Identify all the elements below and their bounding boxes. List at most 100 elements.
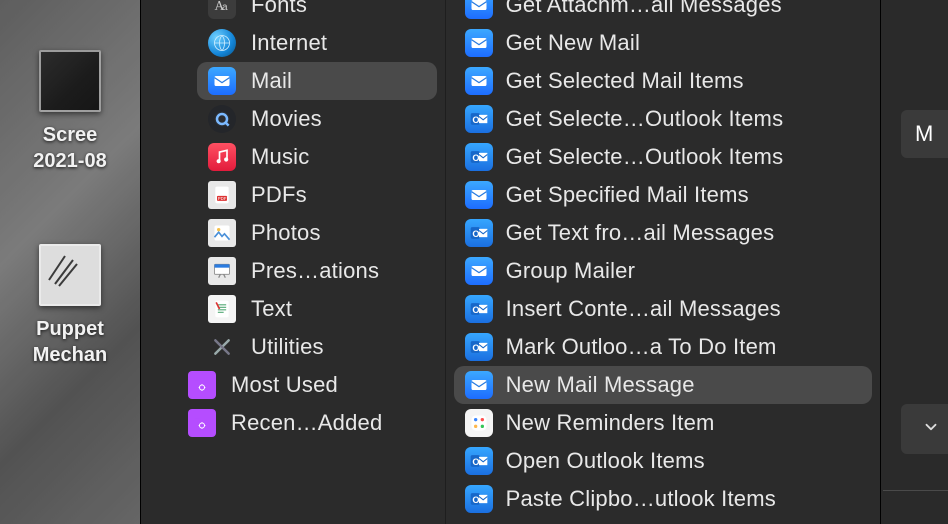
action-get-new-mail[interactable]: Get New Mail: [454, 24, 872, 62]
pdf-icon: PDF: [207, 180, 237, 210]
category-label: Photos: [251, 220, 427, 246]
action-label: Get Specified Mail Items: [506, 182, 862, 208]
desktop-file-screenshot[interactable]: Scree 2021-08: [5, 50, 135, 174]
category-photos[interactable]: Photos: [197, 214, 437, 252]
category-label: Movies: [251, 106, 427, 132]
category-label: Music: [251, 144, 427, 170]
mail-icon: [464, 66, 494, 96]
action-label: Get Attachm…ail Messages: [506, 0, 862, 18]
fragment-letter: M: [915, 121, 933, 147]
desktop-file-puppet[interactable]: Puppet Mechan: [5, 244, 135, 368]
category-list: Aa Fonts Internet Mail Movies Music PDF …: [141, 0, 445, 524]
action-label: Get Text fro…ail Messages: [506, 220, 862, 246]
action-label: Get Selecte…Outlook Items: [506, 106, 862, 132]
utilities-icon: [207, 332, 237, 362]
desktop-background: Scree 2021-08 Puppet Mechan: [0, 0, 140, 524]
action-label: New Mail Message: [506, 372, 862, 398]
action-insert-content[interactable]: O Insert Conte…ail Messages: [454, 290, 872, 328]
action-group-mailer[interactable]: Group Mailer: [454, 252, 872, 290]
category-fonts[interactable]: Aa Fonts: [197, 0, 437, 24]
action-list: Get Attachm…ail Messages Get New Mail Ge…: [445, 0, 880, 524]
mail-icon: [464, 180, 494, 210]
svg-text:O: O: [472, 343, 479, 353]
category-pdfs[interactable]: PDF PDFs: [197, 176, 437, 214]
action-label: Group Mailer: [506, 258, 862, 284]
category-movies[interactable]: Movies: [197, 100, 437, 138]
mail-icon: [464, 28, 494, 58]
divider: [883, 490, 948, 491]
mail-icon: [464, 256, 494, 286]
category-text[interactable]: Text: [197, 290, 437, 328]
action-new-reminders[interactable]: New Reminders Item: [454, 404, 872, 442]
action-open-outlook[interactable]: O Open Outlook Items: [454, 442, 872, 480]
svg-text:O: O: [472, 495, 479, 505]
reminders-icon: [464, 408, 494, 438]
category-utilities[interactable]: Utilities: [197, 328, 437, 366]
automator-library-window: Aa Fonts Internet Mail Movies Music PDF …: [140, 0, 880, 524]
mail-icon: [464, 370, 494, 400]
svg-text:O: O: [472, 305, 479, 315]
file-thumbnail: [39, 244, 101, 306]
action-paste-clipboard-outlook[interactable]: O Paste Clipbo…utlook Items: [454, 480, 872, 518]
category-label: PDFs: [251, 182, 427, 208]
action-label: Mark Outloo…a To Do Item: [506, 334, 862, 360]
category-recently-added[interactable]: Recen…Added: [177, 404, 437, 442]
category-label: Mail: [251, 68, 427, 94]
svg-text:O: O: [472, 457, 479, 467]
music-icon: [207, 142, 237, 172]
category-most-used[interactable]: Most Used: [177, 366, 437, 404]
action-get-attachments[interactable]: Get Attachm…ail Messages: [454, 0, 872, 24]
svg-text:a: a: [222, 2, 228, 13]
category-label: Fonts: [251, 0, 427, 18]
category-label: Internet: [251, 30, 427, 56]
svg-text:O: O: [472, 115, 479, 125]
svg-text:O: O: [472, 229, 479, 239]
svg-text:PDF: PDF: [218, 196, 227, 201]
photos-icon: [207, 218, 237, 248]
presentations-icon: [207, 256, 237, 286]
outlook-icon: O: [464, 218, 494, 248]
action-label: Open Outlook Items: [506, 448, 862, 474]
category-presentations[interactable]: Pres…ations: [197, 252, 437, 290]
action-new-mail-message[interactable]: New Mail Message: [454, 366, 872, 404]
workflow-item-fragment[interactable]: M: [901, 110, 948, 158]
outlook-icon: O: [464, 294, 494, 324]
workflow-canvas-edge: M: [880, 0, 948, 524]
category-music[interactable]: Music: [197, 138, 437, 176]
action-label: Get New Mail: [506, 30, 862, 56]
action-mark-outlook-todo[interactable]: O Mark Outloo…a To Do Item: [454, 328, 872, 366]
outlook-icon: O: [464, 332, 494, 362]
action-get-text-from-mail[interactable]: O Get Text fro…ail Messages: [454, 214, 872, 252]
dropdown-fragment[interactable]: [901, 404, 948, 454]
mail-icon: [207, 66, 237, 96]
quicktime-icon: [207, 104, 237, 134]
file-label: Scree 2021-08: [33, 122, 106, 174]
action-get-selected-outlook-2[interactable]: O Get Selecte…Outlook Items: [454, 138, 872, 176]
mail-icon: [464, 0, 494, 20]
action-get-specified-mail[interactable]: Get Specified Mail Items: [454, 176, 872, 214]
svg-text:O: O: [472, 153, 479, 163]
category-label: Text: [251, 296, 427, 322]
action-label: Insert Conte…ail Messages: [506, 296, 862, 322]
outlook-icon: O: [464, 104, 494, 134]
category-mail[interactable]: Mail: [197, 62, 437, 100]
action-label: Paste Clipbo…utlook Items: [506, 486, 862, 512]
action-label: New Reminders Item: [506, 410, 862, 436]
category-label: Most Used: [231, 372, 427, 398]
category-label: Utilities: [251, 334, 427, 360]
outlook-icon: O: [464, 446, 494, 476]
smart-folder-icon: [187, 408, 217, 438]
file-label: Puppet Mechan: [33, 316, 107, 368]
action-get-selected-mail[interactable]: Get Selected Mail Items: [454, 62, 872, 100]
category-internet[interactable]: Internet: [197, 24, 437, 62]
smart-folder-icon: [187, 370, 217, 400]
globe-icon: [207, 28, 237, 58]
fonts-icon: Aa: [207, 0, 237, 20]
action-get-selected-outlook-1[interactable]: O Get Selecte…Outlook Items: [454, 100, 872, 138]
chevron-down-icon: [922, 418, 940, 441]
action-label: Get Selecte…Outlook Items: [506, 144, 862, 170]
category-label: Recen…Added: [231, 410, 427, 436]
file-thumbnail: [39, 50, 101, 112]
category-label: Pres…ations: [251, 258, 427, 284]
outlook-icon: O: [464, 484, 494, 514]
